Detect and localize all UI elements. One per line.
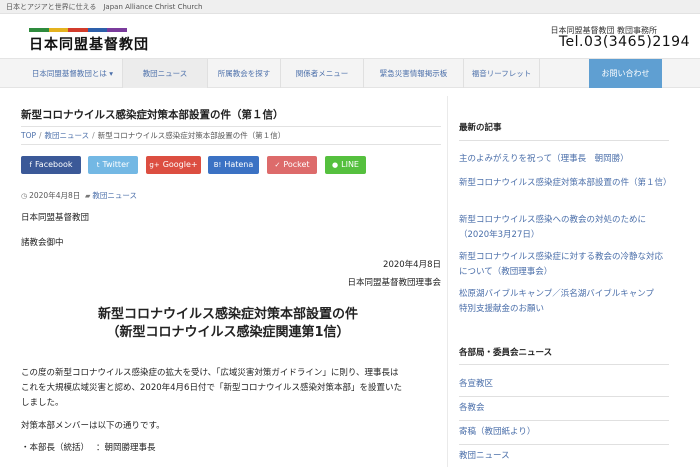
share-googleplus-button[interactable]: g+ Google+ (146, 156, 201, 174)
breadcrumb-current: 新型コロナウイルス感染症対策本部設置の件（第１信） (97, 131, 286, 140)
dept-link[interactable]: 寄稿（教団紙より） (459, 425, 669, 440)
nav-item-gospel-leaflet[interactable]: 福音リーフレット (464, 59, 540, 88)
nav-item-find-church[interactable]: 所属教会を探す (208, 59, 281, 88)
tagline: 日本とアジアと世界に仕える Japan Alliance Christ Chur… (6, 3, 203, 11)
share-label: Pocket (283, 160, 310, 169)
page-title: 新型コロナウイルス感染症対策本部設置の件（第１信） (21, 109, 284, 121)
logo-bar-purple (107, 28, 127, 32)
pocket-icon: ✓ (274, 161, 281, 169)
divider (459, 140, 669, 141)
nav-item-member-menu[interactable]: 関係者メニュー (281, 59, 364, 88)
recent-post-link[interactable]: 新型コロナウイルス感染症対策本部設置の件（第１信） (459, 176, 672, 191)
letter-sender: 日本同盟基督教団理事会 (347, 278, 441, 288)
share-label: Facebook (34, 160, 73, 169)
main-nav: 日本同盟基督教団とは ▾ 教団ニュース 所属教会を探す 関係者メニュー 緊急災害… (0, 58, 700, 88)
share-label: Hatena (224, 160, 254, 169)
logo-bar-blue (87, 28, 108, 32)
letter-date: 2020年4月8日 (383, 260, 441, 270)
contact-button[interactable]: お問い合わせ (589, 59, 662, 88)
body-paragraph-line: この度の新型コロナウイルス感染症の拡大を受け、「広域災害対策ガイドライン」に則り… (21, 368, 399, 378)
divider (459, 364, 669, 365)
share-label: Google+ (162, 160, 198, 169)
share-twitter-button[interactable]: t Twitter (88, 156, 138, 174)
dept-link[interactable]: 各教会 (459, 401, 669, 416)
recent-post-link[interactable]: 新型コロナウイルス感染症に対する教会の冷静な対応について（教団理事会） (459, 250, 669, 280)
post-date: 2020年4月8日 (29, 191, 81, 200)
addressee-churches: 諸教会御中 (21, 238, 64, 248)
recent-post-link[interactable]: 松原湖バイブルキャンプ／浜名湖バイブルキャンプ 特別支援献金のお願い (459, 287, 669, 317)
share-facebook-button[interactable]: f Facebook (21, 156, 81, 174)
line-icon: ● (332, 161, 339, 169)
clock-icon: ◷ (21, 192, 28, 200)
breadcrumb-separator: / (39, 131, 42, 140)
phone-number: Tel.03(3465)2194 (558, 34, 690, 50)
breadcrumb: TOP / 教団ニュース / 新型コロナウイルス感染症対策本部設置の件（第１信） (21, 126, 441, 145)
recent-post-link[interactable]: 主のよみがえりを祝って（理事長 朝岡勝） (459, 152, 669, 167)
breadcrumb-top[interactable]: TOP (21, 131, 36, 140)
breadcrumb-news[interactable]: 教団ニュース (45, 131, 90, 140)
breadcrumb-separator: / (92, 131, 95, 140)
site-header: 日本同盟基督教団 日本同盟基督教団 教団事務所 Tel.03(3465)2194 (0, 14, 700, 58)
share-hatena-button[interactable]: B! Hatena (208, 156, 259, 174)
post-meta: ◷ 2020年4月8日 ▰ 教団ニュース (21, 190, 137, 201)
folder-icon: ▰ (85, 192, 91, 200)
body-paragraph-line: これを大規模広域災害と認め、2020年4月6日付で「新型コロナウイルス感染対策本… (21, 383, 402, 393)
body-paragraph-line: しました。 (21, 398, 64, 408)
nav-item-news[interactable]: 教団ニュース (123, 59, 208, 88)
divider (459, 420, 669, 421)
sidebar: 最新の記事 主のよみがえりを祝って（理事長 朝岡勝） 新型コロナウイルス感染症対… (450, 96, 700, 467)
share-line-button[interactable]: ● LINE (325, 156, 366, 174)
addressee-org: 日本同盟基督教団 (21, 213, 90, 223)
post-category[interactable]: 教団ニュース (92, 191, 137, 200)
share-pocket-button[interactable]: ✓ Pocket (267, 156, 317, 174)
members-intro: 対策本部メンバーは以下の通りです。 (21, 421, 165, 431)
main-content: 新型コロナウイルス感染症対策本部設置の件（第１信） TOP / 教団ニュース / 新型コ… (8, 96, 448, 467)
dept-link[interactable]: 教団ニュース (459, 449, 669, 464)
logo-bar-red (68, 28, 88, 32)
logo-bar-yellow (48, 28, 69, 32)
logo-bar-green (29, 28, 49, 32)
share-label: Twitter (102, 160, 130, 169)
facebook-icon: f (29, 161, 32, 169)
divider (459, 444, 669, 445)
recent-posts-heading: 最新の記事 (459, 123, 502, 133)
nav-item-disaster-board[interactable]: 緊急災害情報掲示板 (364, 59, 464, 88)
twitter-icon: t (96, 161, 100, 169)
logo-color-bars[interactable] (29, 28, 127, 32)
dept-link[interactable]: 各宣教区 (459, 377, 669, 392)
divider (459, 396, 669, 397)
googleplus-icon: g+ (149, 161, 160, 169)
nav-item-about[interactable]: 日本同盟基督教団とは ▾ (23, 59, 123, 88)
hatena-icon: B! (213, 161, 222, 169)
share-label: LINE (341, 160, 359, 169)
member-item: ・本部長（統括） ：朝岡勝理事長 (21, 443, 156, 453)
letter-heading: 新型コロナウイルス感染症対策本部設置の件 (97, 307, 358, 322)
site-logo[interactable]: 日本同盟基督教団 (29, 34, 149, 54)
letter-subheading: （新型コロナウイルス感染症関連第1信） (106, 325, 350, 340)
dept-news-heading: 各部局・委員会ニュース (459, 348, 553, 358)
recent-post-link[interactable]: 新型コロナウイルス感染への教会の対処のために（2020年3月27日） (459, 213, 669, 243)
top-bar: 日本とアジアと世界に仕える Japan Alliance Christ Chur… (0, 0, 700, 14)
